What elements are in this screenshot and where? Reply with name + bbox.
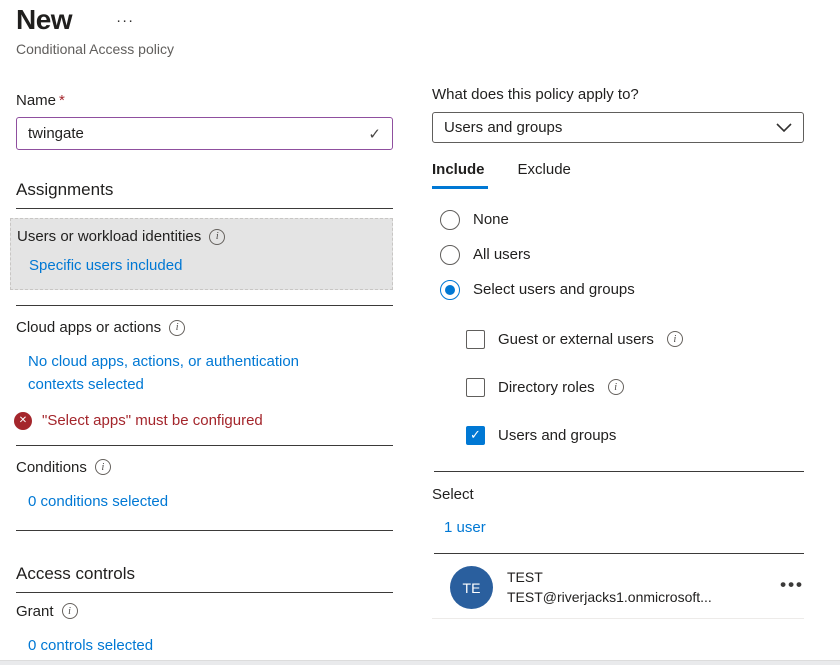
apply-to-dropdown[interactable]: Users and groups [432,112,804,143]
tab-include[interactable]: Include [432,161,488,189]
dropdown-value: Users and groups [444,119,562,136]
required-asterisk: * [59,92,65,109]
viewport-bottom-edge [0,660,840,665]
checkbox-users-and-groups[interactable]: ✓ Users and groups [466,411,804,459]
radio-none[interactable]: None [440,202,804,237]
chevron-down-icon [776,123,792,132]
grant-label: Grant [16,603,54,620]
conditions-label: Conditions [16,459,87,476]
access-controls-heading: Access controls [16,564,393,584]
policy-apply-question: What does this policy apply to? [432,86,804,103]
divider [434,553,804,554]
cloud-apps-link[interactable]: No cloud apps, actions, or authenticatio… [28,350,358,397]
radio-all-users[interactable]: All users [440,237,804,272]
assignments-heading: Assignments [16,180,393,200]
policy-form-column: New ··· Conditional Access policy Name* … [16,0,393,657]
error-message: "Select apps" must be configured [42,412,263,429]
include-exclude-tabs: Include Exclude [432,161,804,189]
checkbox-checked-icon: ✓ [466,426,485,445]
divider [432,618,804,619]
user-avatar: TE [450,566,493,609]
row-more-menu-icon[interactable]: ••• [780,575,804,601]
users-panel-column: What does this policy apply to? Users an… [432,0,804,619]
page-title: New [16,4,72,36]
user-count-link[interactable]: 1 user [444,519,486,536]
user-name: TEST [507,568,712,588]
cloud-apps-label-row: Cloud apps or actions i [16,319,393,336]
radio-selected-icon [440,280,460,300]
page-subtitle: Conditional Access policy [16,41,393,57]
divider [16,592,393,593]
info-icon[interactable]: i [608,379,624,395]
select-section-label: Select [432,486,804,503]
radio-icon [440,210,460,230]
include-radio-group: None All users Select users and groups [440,202,804,307]
more-menu-icon[interactable]: ··· [116,12,134,29]
page-header: New ··· [16,4,393,36]
checkbox-icon [466,378,485,397]
tab-exclude[interactable]: Exclude [518,161,574,189]
users-card-label: Users or workload identities [17,228,201,245]
grant-label-row: Grant i [16,603,393,620]
selected-user-row[interactable]: TE TEST TEST@riverjacks1.onmicrosoft... … [432,566,804,609]
users-assignment-card[interactable]: Users or workload identities i Specific … [10,218,393,290]
cloud-apps-label: Cloud apps or actions [16,319,161,336]
name-field-label: Name* [16,92,393,109]
conditions-link[interactable]: 0 conditions selected [28,490,168,513]
specific-users-link[interactable]: Specific users included [29,257,182,274]
divider [434,471,804,472]
radio-icon [440,245,460,265]
info-icon[interactable]: i [169,320,185,336]
checkbox-directory-roles[interactable]: Directory roles i [466,363,804,411]
info-icon[interactable]: i [95,459,111,475]
grant-link[interactable]: 0 controls selected [28,634,153,657]
name-input-value: twingate [28,125,84,142]
radio-select-users-groups[interactable]: Select users and groups [440,272,804,307]
error-icon: ✕ [14,412,32,430]
valid-check-icon: ✓ [368,125,381,143]
users-card-label-row: Users or workload identities i [17,228,384,245]
user-type-checkboxes: Guest or external users i Directory role… [466,315,804,459]
name-input[interactable]: twingate ✓ [16,117,393,150]
user-text: TEST TEST@riverjacks1.onmicrosoft... [507,568,712,607]
checkbox-icon [466,330,485,349]
conditions-label-row: Conditions i [16,459,393,476]
info-icon[interactable]: i [667,331,683,347]
user-email: TEST@riverjacks1.onmicrosoft... [507,588,712,608]
divider [16,305,393,306]
divider [16,530,393,531]
divider [16,208,393,209]
divider [16,445,393,446]
checkbox-guest-external-users[interactable]: Guest or external users i [466,315,804,363]
cloud-apps-error: ✕ "Select apps" must be configured [14,412,393,430]
info-icon[interactable]: i [62,603,78,619]
info-icon[interactable]: i [209,229,225,245]
